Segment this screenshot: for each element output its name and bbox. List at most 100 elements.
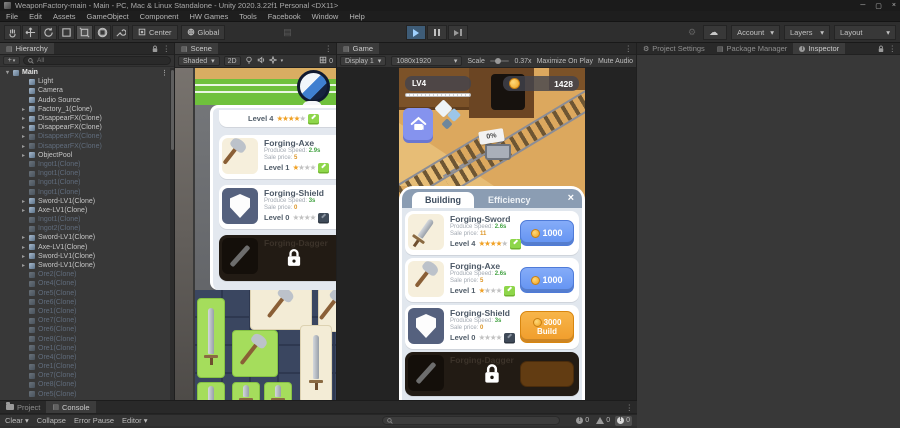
upgrade-chip-icon[interactable] [318,163,329,172]
account-dropdown[interactable]: Account▾ [731,25,780,40]
search-input[interactable] [37,57,166,64]
tab-scene[interactable]: ▤ Scene [175,43,218,54]
grid-cell-axe[interactable] [250,290,312,330]
mine-cart[interactable] [485,144,511,160]
custom-tool-button[interactable] [112,25,129,40]
hierarchy-item[interactable]: ▸ Camera [0,86,174,95]
play-button[interactable] [406,25,426,40]
expand-arrow[interactable]: ▸ [22,207,29,214]
info-filter-toggle[interactable]: ! 0 [574,416,591,426]
scale-tool-button[interactable] [58,25,75,40]
kebab-menu-icon[interactable]: ⋮ [625,44,633,53]
hierarchy-item[interactable]: ▸ Ore1(Clone) [0,307,174,316]
layout-dropdown[interactable]: Layout▾ [834,25,896,40]
chevron-down-icon[interactable]: ▾ [281,58,284,64]
hierarchy-item[interactable]: ▸ Light [0,77,174,86]
hierarchy-item[interactable]: ▸ Axe-LV1(Clone) [0,206,174,215]
resolution-dropdown[interactable]: 1080x1920▾ [391,56,462,66]
hierarchy-item[interactable]: ▸ ObjectPool [0,151,174,160]
menu-item[interactable]: File [6,12,18,21]
hierarchy-item[interactable]: ▸ Audio Source [0,96,174,105]
tab-project-settings[interactable]: ⚙ Project Settings [637,43,711,54]
scene-viewport[interactable]: Level 4 ★★★★★ Forging-Axe Produ [175,68,336,400]
error-filter-toggle[interactable]: ! 0 [615,416,632,426]
console-search[interactable] [382,416,560,425]
menu-item[interactable]: Help [349,12,364,21]
hierarchy-item[interactable]: ▸ Ore4(Clone) [0,353,174,362]
global-toggle-button[interactable]: Global [181,25,226,40]
lock-icon[interactable] [152,45,158,53]
pause-button[interactable] [427,25,447,40]
console-search-input[interactable] [396,417,555,424]
close-button[interactable]: × [892,2,896,10]
grid-cell-sword[interactable] [197,382,225,400]
warning-filter-toggle[interactable]: 0 [594,416,612,426]
hierarchy-item[interactable]: ▸ Ore2(Clone) [0,270,174,279]
tab-package-manager[interactable]: ▤ Package Manager [711,43,794,54]
collapse-arrow[interactable]: ▾ [6,69,13,76]
display-dropdown[interactable]: Display 1▾ [340,56,386,66]
hierarchy-item[interactable]: ▸ Ore1(Clone) [0,362,174,371]
hierarchy-item[interactable]: ▸ Ore4(Clone) [0,279,174,288]
hierarchy-item[interactable]: ▸ Ingot1(Clone) [0,178,174,187]
grid-cell-sword[interactable] [264,382,292,400]
hierarchy-item[interactable]: ▸ Ore6(Clone) [0,298,174,307]
tab-project[interactable]: Project [0,401,46,413]
hierarchy-item[interactable]: ▸ Ingot2(Clone) [0,224,174,233]
menu-item[interactable]: Window [312,12,339,21]
kebab-menu-icon[interactable]: ⋮ [325,44,333,53]
hierarchy-item[interactable]: ▸ Ingot1(Clone) [0,215,174,224]
2d-toggle-button[interactable]: 2D [224,56,241,66]
expand-arrow[interactable]: ▸ [22,115,29,122]
hierarchy-item[interactable]: ▸ Ore7(Clone) [0,316,174,325]
hierarchy-scrollbar[interactable] [170,68,174,400]
kebab-menu-icon[interactable]: ⋮ [626,403,634,412]
card-forging-shield[interactable]: Forging-Shield Produce Speed: 3s Sale pr… [405,305,579,349]
close-icon[interactable]: × [568,192,574,204]
buy-sword-button[interactable]: 1000 [520,220,574,246]
hierarchy-item[interactable]: ▸ Sword-LV1(Clone) [0,197,174,206]
hierarchy-item[interactable]: ▸ Ore8(Clone) [0,334,174,343]
hierarchy-item[interactable]: ▸ DisappearFX(Clone) [0,132,174,141]
rect-tool-button[interactable] [76,25,93,40]
hierarchy-item[interactable]: ▸ Ingot1(Clone) [0,169,174,178]
hierarchy-item[interactable]: ▸ Sword-LV1(Clone) [0,261,174,270]
cloud-services-button[interactable]: ☁ [703,25,727,40]
hierarchy-item[interactable]: ▸ Ore1(Clone) [0,344,174,353]
clear-button[interactable]: Clear ▾ [5,416,29,425]
shading-mode-dropdown[interactable]: Shaded▾ [178,56,220,66]
hierarchy-item[interactable]: ▸ DisappearFX(Clone) [0,114,174,123]
hand-tool-button[interactable] [4,25,21,40]
build-shield-button[interactable]: 3000 Build [520,311,574,343]
lock-icon[interactable] [878,45,884,53]
hierarchy-item[interactable]: ▸ Ore5(Clone) [0,390,174,399]
tab-building[interactable]: Building [412,192,474,208]
grid-cell-sword[interactable] [300,325,332,400]
pivot-toggle-button[interactable]: Center [132,25,178,40]
mute-audio-toggle[interactable]: Mute Audio [598,58,633,65]
menu-item[interactable]: GameObject [87,12,129,21]
expand-arrow[interactable]: ▸ [22,152,29,159]
scene-effects-dropdown[interactable] [269,56,277,66]
card-forging-axe[interactable]: Forging-Axe Produce Speed: 2.6s Sale pri… [405,258,579,302]
step-button[interactable] [448,25,468,40]
layers-dropdown[interactable]: Layers▾ [784,25,830,40]
hierarchy-item[interactable]: ▸ Sword-LV1(Clone) [0,233,174,242]
tab-console[interactable]: ▤ Console [46,401,95,413]
hierarchy-item[interactable]: ▸ Ore6(Clone) [0,325,174,334]
game-screen[interactable]: 0% LV4 1428 [399,68,585,400]
scale-slider[interactable] [490,60,510,62]
expand-arrow[interactable]: ▸ [22,244,29,251]
expand-arrow[interactable]: ▸ [22,124,29,131]
hierarchy-item[interactable]: ▸ Ore5(Clone) [0,289,174,298]
hierarchy-item[interactable]: ▸ Ore8(Clone) [0,380,174,389]
tab-hierarchy[interactable]: ▤ Hierarchy [0,43,54,54]
hierarchy-item[interactable]: ▸ Sword-LV1(Clone) [0,252,174,261]
upgrade-chip-icon[interactable] [504,286,515,295]
hierarchy-item[interactable]: ▸ Ore7(Clone) [0,371,174,380]
buy-axe-button[interactable]: 1000 [520,267,574,293]
tab-efficiency[interactable]: Efficiency [488,192,531,208]
create-object-button[interactable]: +▾ [3,56,20,65]
hierarchy-item[interactable]: ▸ Factory_1(Clone) [0,105,174,114]
hierarchy-search[interactable] [23,56,171,65]
